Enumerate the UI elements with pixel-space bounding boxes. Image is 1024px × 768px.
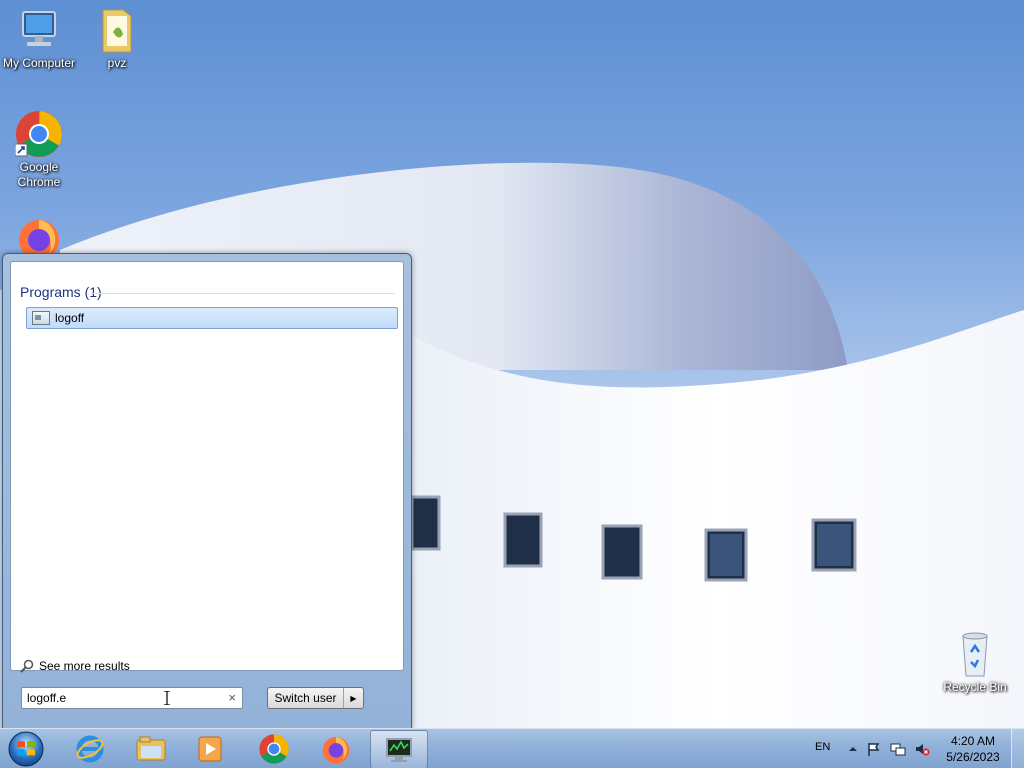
desktop-icon-pvz[interactable]: pvz xyxy=(77,6,157,71)
see-more-results-link[interactable]: See more results xyxy=(20,659,130,673)
start-button[interactable] xyxy=(6,730,46,768)
chrome-icon xyxy=(259,733,289,764)
desktop-icon-my-computer[interactable]: My Computer xyxy=(0,6,79,71)
monitor-app-icon xyxy=(386,737,412,762)
heading-divider xyxy=(91,293,395,294)
volume-muted-icon[interactable] xyxy=(914,741,930,757)
desktop-icon-label: Recycle Bin xyxy=(943,680,1007,694)
desktop-icon-recycle-bin[interactable]: Recycle Bin xyxy=(935,630,1015,695)
text-cursor-icon xyxy=(163,690,171,706)
language-indicator[interactable]: EN xyxy=(815,741,830,753)
program-icon xyxy=(32,311,50,325)
firefox-icon xyxy=(15,214,63,254)
taskbar-media-player[interactable] xyxy=(182,730,238,767)
media-player-icon xyxy=(198,736,222,761)
firefox-icon xyxy=(322,736,350,764)
start-search-box[interactable]: × xyxy=(21,687,243,709)
windows-logo-icon xyxy=(8,731,44,767)
folder-icon xyxy=(93,6,141,54)
programs-heading: Programs (1) xyxy=(20,284,102,300)
search-input[interactable] xyxy=(27,690,217,706)
search-result-label: logoff xyxy=(55,311,85,325)
chrome-icon xyxy=(14,110,63,158)
clear-search-icon[interactable]: × xyxy=(228,690,236,705)
taskbar-windows-explorer[interactable] xyxy=(123,730,179,767)
desktop-icon-label: pvz xyxy=(107,56,127,70)
show-hidden-icons-icon[interactable] xyxy=(845,741,861,757)
taskbar-google-chrome[interactable] xyxy=(246,730,302,767)
recycle-bin-icon xyxy=(951,630,999,678)
explorer-folder-icon xyxy=(136,736,166,760)
switch-user-button[interactable]: Switch user ▶ xyxy=(267,687,364,709)
taskbar-firefox[interactable] xyxy=(308,730,364,767)
desktop-icon-label: Google Chrome xyxy=(17,160,61,189)
switch-user-label: Switch user xyxy=(268,688,344,708)
taskbar-internet-explorer[interactable] xyxy=(62,730,118,767)
action-center-flag-icon[interactable] xyxy=(866,741,882,757)
network-icon[interactable] xyxy=(890,741,906,757)
desktop-icon-google-chrome[interactable]: Google Chrome xyxy=(0,110,79,190)
clock-date: 5/26/2023 xyxy=(946,750,1000,764)
start-menu: Programs (1) logoff See more results × S… xyxy=(2,253,412,730)
taskbar-task-manager[interactable] xyxy=(370,730,428,768)
magnifier-icon xyxy=(20,659,34,673)
see-more-label: See more results xyxy=(39,659,130,673)
shutdown-options-arrow-icon[interactable]: ▶ xyxy=(344,694,363,703)
computer-icon xyxy=(15,6,63,54)
clock-time: 4:20 AM xyxy=(950,734,996,748)
show-desktop-button[interactable] xyxy=(1011,729,1024,768)
search-results-panel: Programs (1) logoff See more results xyxy=(10,261,404,673)
desktop-icon-firefox[interactable] xyxy=(0,214,79,254)
taskbar: EN 4:20 AM 5/26/2023 xyxy=(0,728,1024,768)
ie-icon xyxy=(76,735,104,762)
system-clock[interactable]: 4:20 AM 5/26/2023 xyxy=(940,733,1006,765)
desktop-icon-label: My Computer xyxy=(2,56,76,70)
search-result-logoff[interactable]: logoff xyxy=(26,307,398,329)
